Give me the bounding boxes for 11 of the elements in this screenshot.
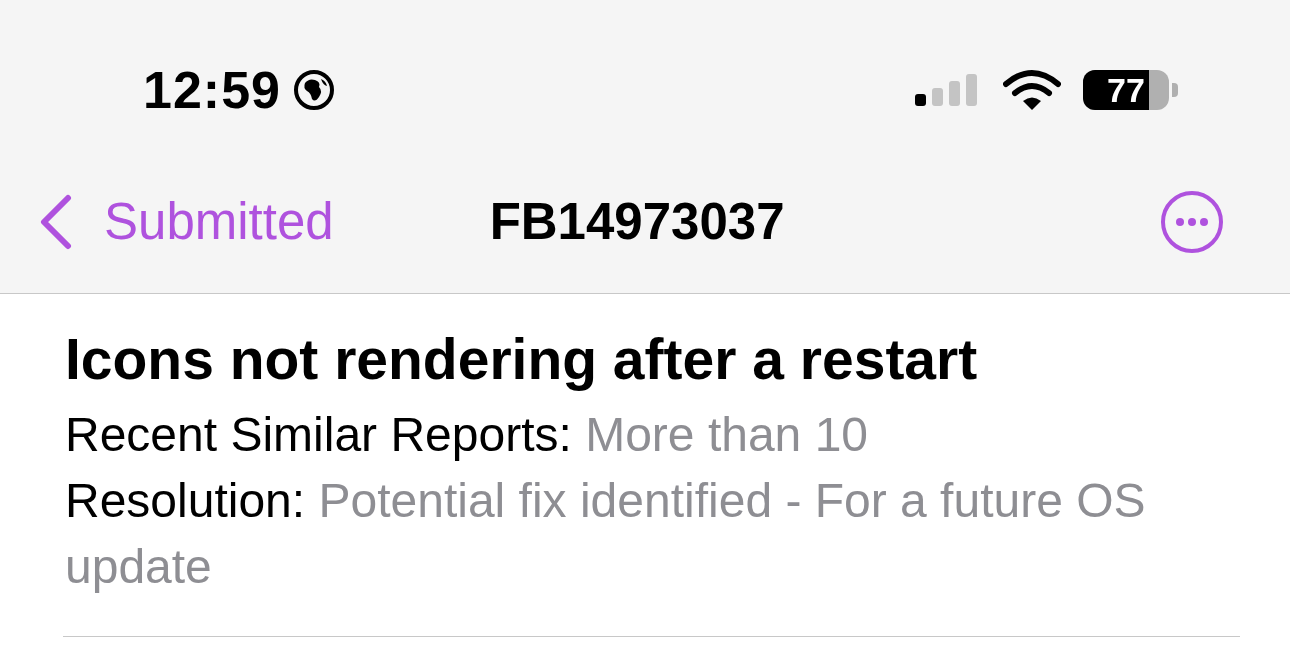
chevron-icon xyxy=(38,193,74,250)
wifi-icon xyxy=(1003,69,1061,111)
status-time: 12:59 xyxy=(143,60,281,120)
report-field: Recent Similar Reports: More than 10 xyxy=(65,402,1150,468)
more-button[interactable] xyxy=(1160,189,1224,254)
globe-icon xyxy=(293,69,335,111)
report-field: Resolution: Potential fix identified - For a future OS update xyxy=(65,468,1150,600)
back-button[interactable]: Submitted xyxy=(38,192,334,251)
nav-title: FB14973037 xyxy=(489,192,785,251)
report-title: Icons not rendering after a restart xyxy=(65,326,979,393)
signal-icon xyxy=(915,74,979,106)
